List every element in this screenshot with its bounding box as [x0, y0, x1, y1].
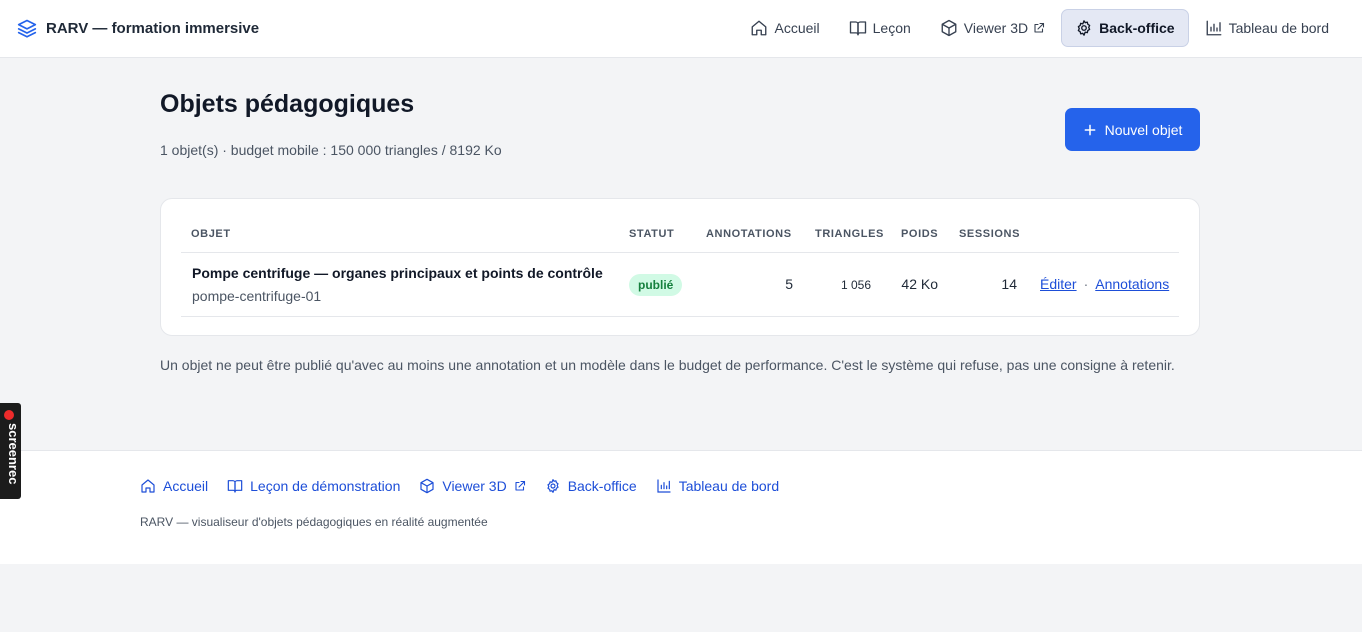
footer: Accueil Leçon de démonstration Viewer 3D… — [0, 450, 1362, 564]
annotations-count: 5 — [785, 276, 793, 292]
publish-rule-note: Un objet ne peut être publié qu'avec au … — [160, 357, 1175, 373]
layers-icon — [17, 18, 37, 38]
external-link-icon — [514, 480, 526, 492]
column-header-sessions: Sessions — [959, 228, 1021, 240]
page-title: Objets pédagogiques — [160, 90, 415, 118]
home-icon — [140, 478, 156, 494]
plus-icon — [1083, 123, 1097, 137]
book-icon — [227, 478, 243, 494]
nav-item-tableau-de-bord[interactable]: Tableau de bord — [1192, 9, 1342, 47]
footer-nav: Accueil Leçon de démonstration Viewer 3D… — [140, 478, 779, 494]
objects-table: Objet Statut Annotations Triangles Poids… — [160, 198, 1200, 336]
footer-link-label: Leçon de démonstration — [250, 478, 401, 494]
table-divider — [181, 316, 1179, 317]
nav-label: Leçon — [872, 20, 911, 36]
footer-link-back-office[interactable]: Back-office — [545, 478, 637, 494]
footer-link-label: Back-office — [567, 478, 637, 494]
footer-link-tableau-de-bord[interactable]: Tableau de bord — [656, 478, 779, 494]
column-header-poids: Poids — [901, 228, 939, 240]
book-icon — [849, 19, 867, 37]
sessions-count: 14 — [1001, 276, 1017, 292]
home-icon — [750, 19, 768, 37]
column-header-triangles: Triangles — [815, 228, 884, 240]
annotations-link[interactable]: Annotations — [1095, 276, 1169, 292]
triangles-count: 1 056 — [840, 278, 871, 292]
footer-link-label: Viewer 3D — [442, 478, 507, 494]
footer-link-accueil[interactable]: Accueil — [140, 478, 208, 494]
footer-link-lecon[interactable]: Leçon de démonstration — [227, 478, 400, 494]
footer-link-label: Tableau de bord — [678, 478, 780, 494]
cube-icon — [940, 19, 958, 37]
nav-label: Tableau de bord — [1228, 20, 1329, 36]
nav-item-viewer-3d[interactable]: Viewer 3D — [927, 9, 1058, 47]
new-object-button[interactable]: Nouvel objet — [1065, 108, 1200, 151]
bar-chart-icon — [1205, 19, 1223, 37]
column-header-statut: Statut — [629, 228, 675, 240]
cube-icon — [419, 478, 435, 494]
weight-value: 42 Ko — [901, 276, 938, 292]
table-divider — [181, 252, 1179, 253]
page-subtitle: 1 objet(s) · budget mobile : 150 000 tri… — [160, 142, 502, 158]
brand-title: RARV — formation immersive — [46, 19, 260, 37]
nav-item-lecon[interactable]: Leçon — [836, 9, 924, 47]
screenrec-tab[interactable]: screenrec — [0, 403, 21, 499]
column-header-objet: Objet — [191, 228, 231, 240]
object-title: Pompe centrifuge — organes principaux et… — [192, 265, 603, 281]
new-object-label: Nouvel objet — [1104, 121, 1183, 138]
nav-label: Viewer 3D — [963, 20, 1029, 36]
nav-label: Accueil — [774, 20, 820, 36]
brand[interactable]: RARV — formation immersive — [17, 17, 259, 39]
footer-tagline: RARV — visualiseur d'objets pédagogiques… — [140, 515, 488, 529]
nav-item-accueil[interactable]: Accueil — [737, 9, 832, 47]
action-separator: · — [1083, 276, 1089, 292]
main-nav: Accueil Leçon Viewer 3D Back-office Tabl… — [737, 9, 1342, 47]
nav-label: Back-office — [1099, 20, 1175, 36]
gear-icon — [545, 478, 561, 494]
footer-link-label: Accueil — [163, 478, 209, 494]
record-icon — [4, 410, 14, 420]
column-header-annotations: Annotations — [706, 228, 792, 240]
screenrec-label: screenrec — [6, 423, 21, 485]
footer-link-viewer-3d[interactable]: Viewer 3D — [419, 478, 525, 494]
bar-chart-icon — [656, 478, 672, 494]
top-navbar: RARV — formation immersive Accueil Leçon… — [0, 0, 1362, 58]
nav-item-back-office[interactable]: Back-office — [1061, 9, 1189, 47]
status-badge: publié — [629, 274, 683, 296]
gear-icon — [1075, 19, 1093, 37]
row-actions: Éditer · Annotations — [1040, 276, 1169, 292]
edit-link[interactable]: Éditer — [1040, 276, 1077, 292]
external-link-icon — [1033, 22, 1045, 34]
object-slug: pompe-centrifuge-01 — [192, 288, 322, 304]
